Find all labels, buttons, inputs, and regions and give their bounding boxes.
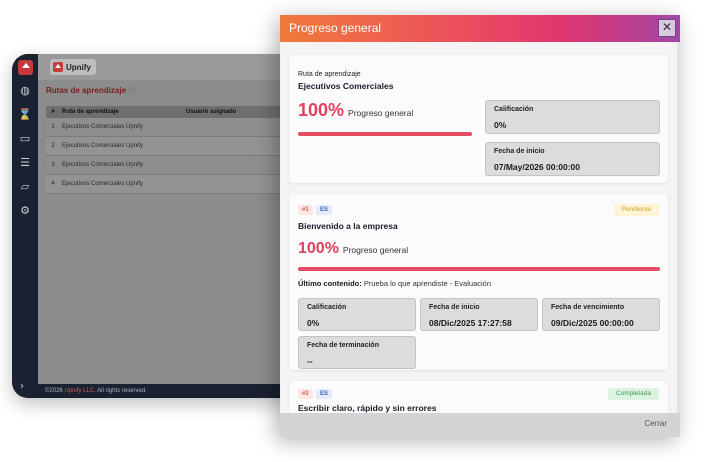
- progress-modal: Progreso general ✕ Ruta de aprendizaje E…: [280, 15, 680, 437]
- course-progress-bar-fill: [298, 267, 660, 271]
- info-icon[interactable]: ⓘ: [128, 88, 135, 95]
- route-progress-caption: Progreso general: [348, 108, 414, 118]
- stat-value: 09/Dic/2025 00:00:00: [551, 318, 634, 328]
- route-progress-pct: 100%: [298, 100, 345, 120]
- route-fecha-inicio-box: Fecha de inicio 07/May/2026 00:00:00: [485, 142, 660, 176]
- course-fecha-terminacion-box: Fecha de terminación --: [298, 336, 416, 369]
- course-fecha-vencimiento-box: Fecha de vencimiento 09/Dic/2025 00:00:0…: [542, 298, 660, 331]
- row-ruta: Ejecutivos Comerciales Upnify: [62, 162, 144, 168]
- row-ruta: Ejecutivos Comerciales Upnify: [62, 143, 144, 149]
- status-badge: Completada: [607, 388, 659, 400]
- stat-label: Fecha de vencimiento: [551, 304, 625, 311]
- row-ruta: Ejecutivos Comerciales Upnify: [62, 181, 144, 187]
- footer-rights: All rights reserved.: [95, 388, 147, 394]
- course-card: #1 ES Pendiente Bienvenido a la empresa …: [289, 194, 668, 370]
- row-num: 4: [51, 181, 55, 187]
- column-header-ruta: Ruta de aprendizaje: [62, 109, 119, 115]
- modal-body: Ruta de aprendizaje Ejecutivos Comercial…: [280, 42, 680, 428]
- brand-logo[interactable]: Upnify: [50, 59, 96, 75]
- row-num: 2: [51, 143, 55, 149]
- page-title-text: Rutas de aprendizaje: [46, 86, 127, 95]
- stat-value: 08/Dic/2025 17:27:58: [429, 318, 512, 328]
- close-icon[interactable]: ✕: [658, 19, 676, 37]
- route-label: Ruta de aprendizaje: [298, 71, 361, 78]
- route-progress: 100% Progreso general: [298, 100, 413, 121]
- course-language-tag: ES: [316, 389, 333, 399]
- routes-table: # Ruta de aprendizaje Usuario asignado 1…: [46, 106, 308, 194]
- stat-label: Fecha de inicio: [494, 148, 545, 155]
- route-progress-bar-fill: [298, 132, 472, 136]
- stat-label: Calificación: [307, 304, 347, 311]
- palette-icon[interactable]: ◍: [18, 84, 32, 98]
- row-ruta: Ejecutivos Comerciales Upnify: [62, 124, 144, 130]
- course-progress-caption: Progreso general: [342, 245, 409, 255]
- chevron-right-icon[interactable]: ›: [20, 381, 24, 392]
- row-num: 1: [51, 124, 55, 130]
- modal-footer: Cerrar: [280, 413, 680, 437]
- course-title: Bienvenido a la empresa: [298, 221, 398, 231]
- sidebar: ◍ ⌛ ▭ ☰ ▱ ⚙ ›: [12, 54, 38, 398]
- route-summary-card: Ruta de aprendizaje Ejecutivos Comercial…: [289, 55, 668, 183]
- app-footer: ©2026 Upnify LLC. All rights reserved.: [38, 384, 312, 398]
- last-content-value: Prueba lo que aprendiste - Evaluación: [361, 279, 492, 288]
- modal-header: Progreso general ✕: [280, 15, 680, 42]
- table-row[interactable]: 1 Ejecutivos Comerciales Upnify: [46, 118, 308, 137]
- stat-value: --: [307, 356, 313, 366]
- course-progress-pct: 100%: [298, 240, 339, 257]
- course-number-tag: #1: [298, 205, 313, 215]
- hourglass-icon[interactable]: ⌛: [18, 108, 32, 122]
- course-progress-bar: [298, 267, 660, 271]
- last-content: Último contenido: Prueba lo que aprendis…: [298, 279, 491, 288]
- list-icon[interactable]: ☰: [18, 156, 32, 170]
- gear-icon[interactable]: ⚙: [18, 204, 32, 218]
- background-app: ◍ ⌛ ▭ ☰ ▱ ⚙ › Upnify Rutas de aprendizaj…: [12, 54, 312, 398]
- status-badge: Pendiente: [613, 204, 659, 216]
- last-content-label: Último contenido:: [298, 279, 362, 288]
- stat-value: 0%: [307, 318, 320, 328]
- main-content: Rutas de aprendizaje ⓘ # Ruta de aprendiz…: [38, 80, 312, 384]
- stat-label: Calificación: [494, 106, 534, 113]
- stat-value: 0%: [494, 120, 507, 130]
- stat-label: Fecha de inicio: [429, 304, 480, 311]
- route-calificacion-box: Calificación 0%: [485, 100, 660, 134]
- stat-label: Fecha de terminación: [307, 342, 379, 349]
- brand-mark-icon: [53, 62, 63, 72]
- book-icon[interactable]: ▭: [18, 132, 32, 146]
- folder-icon[interactable]: ▱: [18, 180, 32, 194]
- stat-value: 07/May/2026 00:00:00: [494, 162, 581, 172]
- footer-copyright: ©2026: [45, 388, 65, 394]
- table-header: # Ruta de aprendizaje Usuario asignado: [46, 106, 308, 118]
- table-row[interactable]: 4 Ejecutivos Comerciales Upnify: [46, 175, 308, 194]
- modal-title: Progreso general: [289, 21, 382, 35]
- column-header-num: #: [51, 109, 55, 115]
- brand-name: Upnify: [66, 62, 91, 72]
- footer-company-link[interactable]: Upnify LLC.: [64, 388, 95, 394]
- route-progress-bar: [298, 132, 472, 136]
- course-fecha-inicio-box: Fecha de inicio 08/Dic/2025 17:27:58: [420, 298, 538, 331]
- table-row[interactable]: 2 Ejecutivos Comerciales Upnify: [46, 137, 308, 156]
- course-progress: 100% Progreso general: [298, 240, 408, 258]
- row-num: 3: [51, 162, 55, 168]
- course-language-tag: ES: [316, 205, 333, 215]
- page-title: Rutas de aprendizaje ⓘ: [46, 86, 135, 96]
- course-number-tag: #2: [298, 389, 313, 399]
- app-logo[interactable]: [18, 60, 33, 75]
- table-row[interactable]: 3 Ejecutivos Comerciales Upnify: [46, 156, 308, 175]
- course-calificacion-box: Calificación 0%: [298, 298, 416, 331]
- cerrar-button[interactable]: Cerrar: [644, 419, 667, 428]
- course-title: Escribir claro, rápido y sin errores: [298, 403, 437, 413]
- modal-scrollbar[interactable]: [677, 42, 680, 428]
- route-name: Ejecutivos Comerciales: [298, 81, 394, 91]
- top-bar: Upnify: [38, 54, 312, 80]
